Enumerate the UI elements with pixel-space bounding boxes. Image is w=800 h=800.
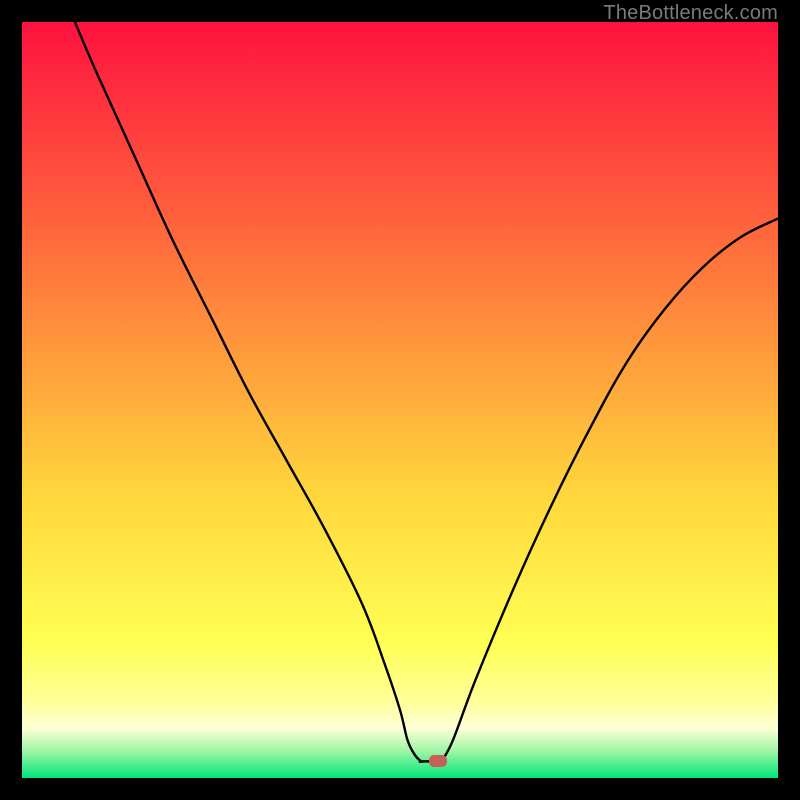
plot-area bbox=[22, 22, 778, 778]
chart-svg bbox=[22, 22, 778, 778]
chart-frame: TheBottleneck.com bbox=[0, 0, 800, 800]
gradient-background bbox=[22, 22, 778, 778]
optimal-point-marker bbox=[429, 755, 447, 767]
watermark-text: TheBottleneck.com bbox=[603, 2, 778, 25]
